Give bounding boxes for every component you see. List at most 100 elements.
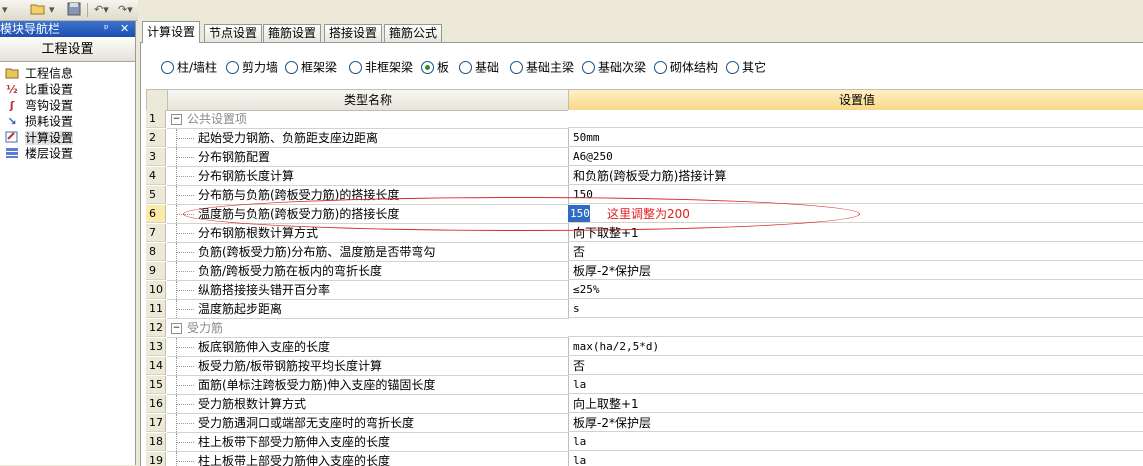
tab-stirrup-formula[interactable]: 箍筋公式 (384, 24, 443, 42)
tree-connector (176, 395, 196, 413)
row-number: 19 (146, 452, 166, 466)
row-number: 8 (146, 243, 166, 261)
row-name-cell[interactable]: 负筋/跨板受力筋在板内的弯折长度 (167, 262, 569, 281)
row-value-cell[interactable]: 板厚-2*保护层 (568, 262, 1143, 280)
radio-column[interactable]: 柱/墙柱 (161, 59, 217, 75)
radio-shear-wall[interactable]: 剪力墙 (226, 59, 278, 75)
radio-foundation-main-beam[interactable]: 基础主梁 (510, 59, 574, 75)
row-name-cell[interactable]: 纵筋搭接接头错开百分率 (167, 281, 569, 300)
undo-icon[interactable]: ↶▾ (94, 2, 109, 17)
collapse-icon[interactable]: − (171, 323, 182, 334)
group-row[interactable]: 1− 公共设置项 (146, 110, 1143, 129)
row-value-cell[interactable]: 板厚-2*保护层 (568, 414, 1143, 432)
radio-other[interactable]: 其它 (726, 59, 766, 75)
table-row[interactable]: 2 起始受力钢筋、负筋距支座边距离 50mm (146, 129, 1143, 148)
tab-stirrup-settings[interactable]: 箍筋设置 (263, 24, 322, 42)
row-name-cell[interactable]: 受力筋根数计算方式 (167, 395, 569, 414)
row-name-cell[interactable]: 柱上板带上部受力筋伸入支座的长度 (167, 452, 569, 466)
row-value-cell[interactable]: 向上取整+1 (568, 395, 1143, 413)
row-value-cell[interactable]: 否 (568, 357, 1143, 375)
row-value-cell[interactable]: A6@250 (568, 148, 1143, 166)
table-row[interactable]: 10 纵筋搭接接头错开百分率 ≤25% (146, 281, 1143, 300)
open-folder-icon[interactable] (30, 2, 46, 17)
row-name-cell[interactable]: 起始受力钢筋、负筋距支座边距离 (167, 129, 569, 148)
table-row[interactable]: 18 柱上板带下部受力筋伸入支座的长度 la (146, 433, 1143, 452)
tab-node-settings[interactable]: 节点设置 (204, 24, 263, 42)
row-name-cell[interactable]: 柱上板带下部受力筋伸入支座的长度 (167, 433, 569, 452)
row-value-cell[interactable]: 否 (568, 243, 1143, 261)
floors-icon (4, 147, 20, 161)
radio-foundation[interactable]: 基础 (459, 59, 499, 75)
table-row[interactable]: 5 分布筋与负筋(跨板受力筋)的搭接长度 150 (146, 186, 1143, 205)
row-name-text: 受力筋 (187, 321, 224, 335)
table-row[interactable]: 6 温度筋与负筋(跨板受力筋)的搭接长度 150 这里调整为200 (146, 205, 1143, 224)
redo-icon[interactable]: ↷▾ (118, 2, 133, 17)
close-icon[interactable]: ✕ (120, 21, 129, 37)
save-icon[interactable] (67, 2, 81, 17)
table-row[interactable]: 14 板受力筋/板带钢筋按平均长度计算 否 (146, 357, 1143, 376)
table-row[interactable]: 9 负筋/跨板受力筋在板内的弯折长度 板厚-2*保护层 (146, 262, 1143, 281)
row-name-cell[interactable]: 温度筋起步距离 (167, 300, 569, 319)
row-value-cell[interactable]: la (568, 452, 1143, 466)
pin-icon[interactable]: ᵖ (104, 21, 109, 37)
table-row[interactable]: 7 分布钢筋根数计算方式 向下取整+1 (146, 224, 1143, 243)
row-value-cell[interactable]: ≤25% (568, 281, 1143, 299)
row-value-cell[interactable]: la (568, 376, 1143, 394)
row-name-cell[interactable]: 受力筋遇洞口或端部无支座时的弯折长度 (167, 414, 569, 433)
dropdown-arrow-icon[interactable]: ▾ (49, 2, 55, 17)
table-row[interactable]: 19 柱上板带上部受力筋伸入支座的长度 la (146, 452, 1143, 466)
nav-item-loss[interactable]: ↘ 损耗设置 (4, 113, 73, 129)
radio-masonry[interactable]: 砌体结构 (654, 59, 718, 75)
row-name-cell[interactable]: 板受力筋/板带钢筋按平均长度计算 (167, 357, 569, 376)
group-row[interactable]: 12− 受力筋 (146, 319, 1143, 338)
nav-item-calc-settings[interactable]: 计算设置 (4, 129, 74, 145)
tree-connector (176, 262, 196, 280)
annotation-note: 这里调整为200 (607, 207, 690, 221)
row-value-cell[interactable]: la (568, 433, 1143, 451)
nav-item-project-info[interactable]: 工程信息 (4, 65, 73, 81)
row-number: 10 (146, 281, 166, 299)
table-row[interactable]: 16 受力筋根数计算方式 向上取整+1 (146, 395, 1143, 414)
row-name-cell[interactable]: − 公共设置项 (167, 110, 569, 129)
table-row[interactable]: 4 分布钢筋长度计算 和负筋(跨板受力筋)搭接计算 (146, 167, 1143, 186)
row-name-cell[interactable]: 温度筋与负筋(跨板受力筋)的搭接长度 (167, 205, 569, 224)
table-row[interactable]: 8 负筋(跨板受力筋)分布筋、温度筋是否带弯勾 否 (146, 243, 1143, 262)
radio-frame-beam[interactable]: 框架梁 (285, 59, 337, 75)
row-value-cell[interactable] (568, 110, 1143, 128)
row-value-cell[interactable]: 和负筋(跨板受力筋)搭接计算 (568, 167, 1143, 185)
row-value-cell[interactable]: max(ha/2,5*d) (568, 338, 1143, 356)
row-name-cell[interactable]: 板底钢筋伸入支座的长度 (167, 338, 569, 357)
row-value-cell[interactable]: 向下取整+1 (568, 224, 1143, 242)
row-name-cell[interactable]: 分布筋与负筋(跨板受力筋)的搭接长度 (167, 186, 569, 205)
row-name-cell[interactable]: 分布钢筋根数计算方式 (167, 224, 569, 243)
row-value-cell[interactable] (568, 319, 1143, 337)
tab-lap-settings[interactable]: 搭接设置 (324, 24, 383, 42)
row-value-cell[interactable]: 150 (568, 186, 1143, 204)
nav-item-density[interactable]: ½ 比重设置 (4, 81, 73, 97)
nav-item-floors[interactable]: 楼层设置 (4, 145, 73, 161)
radio-foundation-secondary-beam[interactable]: 基础次梁 (582, 59, 646, 75)
value-edit-field[interactable]: 150 (568, 205, 590, 222)
table-row[interactable]: 11 温度筋起步距离 s (146, 300, 1143, 319)
nav-item-hook[interactable]: ʃ 弯钩设置 (4, 97, 73, 113)
table-row[interactable]: 3 分布钢筋配置 A6@250 (146, 148, 1143, 167)
density-icon: ½ (6, 82, 18, 96)
nav-group-project-settings[interactable]: 工程设置 (0, 38, 135, 62)
radio-nonframe-beam[interactable]: 非框架梁 (349, 59, 413, 75)
tab-calc-settings[interactable]: 计算设置 (142, 21, 201, 43)
collapse-icon[interactable]: − (171, 114, 182, 125)
row-name-cell[interactable]: 分布钢筋配置 (167, 148, 569, 167)
table-row[interactable]: 17 受力筋遇洞口或端部无支座时的弯折长度 板厚-2*保护层 (146, 414, 1143, 433)
tree-connector (176, 338, 196, 356)
row-name-cell[interactable]: − 受力筋 (167, 319, 569, 338)
row-value-cell[interactable]: s (568, 300, 1143, 318)
row-value-cell[interactable]: 50mm (568, 129, 1143, 147)
new-file-icon[interactable]: ▾ (2, 2, 8, 17)
row-number: 16 (146, 395, 166, 413)
table-row[interactable]: 13 板底钢筋伸入支座的长度 max(ha/2,5*d) (146, 338, 1143, 357)
table-row[interactable]: 15 面筋(单标注跨板受力筋)伸入支座的锚固长度 la (146, 376, 1143, 395)
row-name-cell[interactable]: 面筋(单标注跨板受力筋)伸入支座的锚固长度 (167, 376, 569, 395)
radio-slab[interactable]: 板 (421, 59, 449, 75)
row-name-cell[interactable]: 负筋(跨板受力筋)分布筋、温度筋是否带弯勾 (167, 243, 569, 262)
row-name-cell[interactable]: 分布钢筋长度计算 (167, 167, 569, 186)
